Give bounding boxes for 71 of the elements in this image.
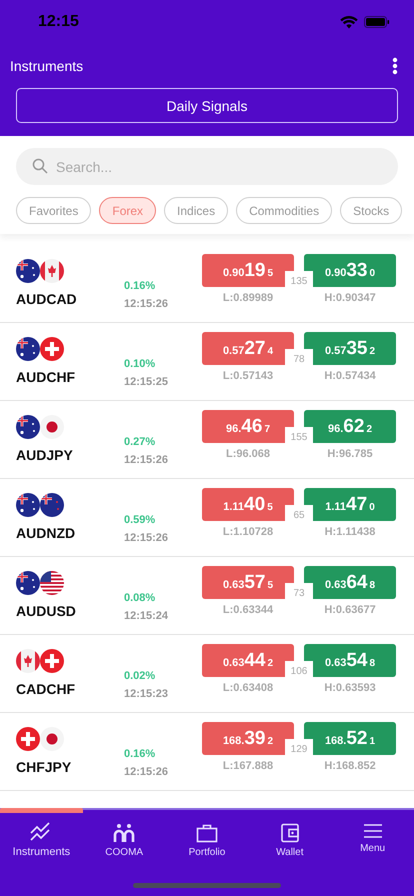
flag-icon xyxy=(16,337,40,361)
update-time: 12:15:26 xyxy=(124,454,170,466)
flag-icon xyxy=(40,571,64,595)
more-icon[interactable] xyxy=(392,57,398,75)
low-label: L:0.63344 xyxy=(222,604,274,616)
symbol-label: AUDCHF xyxy=(16,369,76,385)
symbol-label: AUDJPY xyxy=(16,447,74,463)
high-label: H:0.63677 xyxy=(324,604,376,616)
high-label: H:0.63593 xyxy=(324,682,376,694)
update-time: 12:15:26 xyxy=(124,532,170,544)
nav-tab[interactable]: Portfolio xyxy=(166,808,248,896)
symbol-label: AUDUSD xyxy=(16,603,77,619)
change-percent: 0.02% xyxy=(124,670,156,682)
flag-icon xyxy=(40,259,64,283)
nav-tab[interactable]: COOMA xyxy=(82,808,166,896)
low-label: L:0.89989 xyxy=(222,292,274,304)
update-time: 12:15:23 xyxy=(124,688,170,700)
change-percent: 0.59% xyxy=(124,514,156,526)
nav-tab[interactable]: Instruments xyxy=(0,808,83,896)
nav-tab[interactable]: Wallet xyxy=(248,808,332,896)
low-label: L:0.57143 xyxy=(222,370,274,382)
nav-tab[interactable]: Menu xyxy=(331,808,414,896)
flag-icon xyxy=(16,649,40,673)
high-label: H:0.90347 xyxy=(324,292,376,304)
wallet-icon xyxy=(280,823,300,843)
filter-chip[interactable]: Forex xyxy=(99,197,156,224)
symbol-label: CADCHF xyxy=(16,681,76,697)
flag-icon xyxy=(40,337,64,361)
update-time: 12:15:26 xyxy=(124,298,170,310)
symbol-label: AUDCAD xyxy=(16,291,78,307)
change-percent: 0.16% xyxy=(124,280,156,292)
daily-signals-button[interactable]: Daily Signals xyxy=(16,88,398,123)
symbol-label: CHFJPY xyxy=(16,759,72,775)
flag-icon xyxy=(40,415,64,439)
filter-chip[interactable]: Stocks xyxy=(340,197,402,224)
change-percent: 0.16% xyxy=(124,748,156,760)
high-label: H:1.11438 xyxy=(324,526,376,538)
flag-icon xyxy=(16,259,40,283)
people-icon xyxy=(113,823,136,843)
low-label: L:167.888 xyxy=(222,760,274,772)
update-time: 12:15:24 xyxy=(124,610,170,622)
page-title: Instruments xyxy=(10,58,84,74)
flag-icon xyxy=(16,415,40,439)
menu-icon xyxy=(362,823,383,839)
change-percent: 0.10% xyxy=(124,358,156,370)
update-time: 12:15:26 xyxy=(124,766,170,778)
search-icon xyxy=(32,158,48,174)
briefcase-icon xyxy=(196,823,218,843)
filter-chip[interactable]: Favorites xyxy=(16,197,92,224)
change-percent: 0.08% xyxy=(124,592,156,604)
update-time: 12:15:25 xyxy=(124,376,170,388)
high-label: H:96.785 xyxy=(327,448,373,460)
symbol-label: AUDNZD xyxy=(16,525,76,541)
flag-icon xyxy=(40,649,64,673)
high-label: H:0.57434 xyxy=(324,370,376,382)
status-time: 12:15 xyxy=(38,13,79,31)
flag-icon xyxy=(40,727,64,751)
low-label: L:1.10728 xyxy=(222,526,274,538)
flag-icon xyxy=(16,571,40,595)
change-percent: 0.27% xyxy=(124,436,156,448)
flag-icon xyxy=(16,493,40,517)
filter-chip[interactable]: Commodities xyxy=(236,197,332,224)
wifi-icon xyxy=(340,16,358,28)
low-label: L:0.63408 xyxy=(222,682,274,694)
low-label: L:96.068 xyxy=(226,448,270,460)
flag-icon xyxy=(16,727,40,751)
high-label: H:168.852 xyxy=(324,760,376,772)
search-field[interactable]: Search... xyxy=(16,148,398,185)
battery-icon xyxy=(364,16,390,28)
filter-chip[interactable]: Indices xyxy=(164,197,228,224)
flag-icon xyxy=(40,493,64,517)
